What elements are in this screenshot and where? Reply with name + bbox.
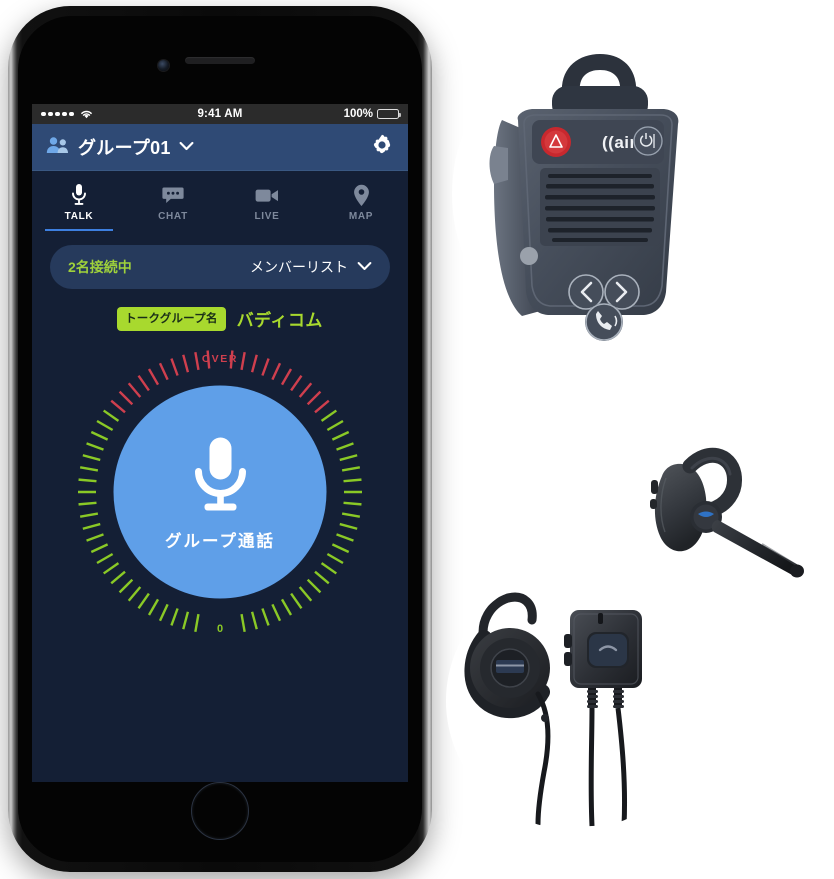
status-bar: 9:41 AM 100% [32, 104, 408, 124]
group-call-talk-button[interactable]: グループ通話 [113, 385, 327, 599]
dial-over-label: OVER [201, 353, 239, 365]
app-header: グループ01 [32, 124, 408, 171]
phone-bezel: 9:41 AM 100% グループ01 TALK CHAT LIVE MAP 2… [18, 16, 422, 862]
product-image-headset [622, 414, 834, 626]
member-list-label: メンバーリスト [250, 259, 348, 275]
tab-label-map: MAP [348, 211, 374, 222]
home-button[interactable] [191, 782, 249, 840]
talk-group-row: トークグループ名 バディコム [32, 306, 408, 331]
chat-bubble-icon [162, 184, 184, 206]
video-camera-icon [255, 184, 279, 206]
dial-zero-label: 0 [216, 623, 224, 635]
gear-icon [370, 133, 394, 162]
main-tab-bar: TALK CHAT LIVE MAP [32, 171, 408, 231]
product-image-earpiece [446, 572, 704, 830]
battery-percentage: 100% [343, 108, 373, 120]
talk-group-name: バディコム [236, 311, 323, 330]
map-pin-icon [353, 184, 370, 206]
tab-label-talk: TALK [64, 211, 94, 222]
tab-live[interactable]: LIVE [220, 171, 314, 231]
group-people-icon [46, 136, 70, 159]
phone-screen: 9:41 AM 100% グループ01 TALK CHAT LIVE MAP 2… [32, 104, 408, 782]
member-list-bar[interactable]: 2名接続中 メンバーリスト [50, 245, 390, 289]
tab-map[interactable]: MAP [314, 171, 408, 231]
ptt-dial: OVER 0 グループ通話 [75, 347, 365, 637]
group-selector-button[interactable]: グループ01 [46, 134, 194, 160]
tab-chat[interactable]: CHAT [126, 171, 220, 231]
connected-members-count: 2名接続中 [68, 259, 132, 275]
member-list-button[interactable]: メンバーリスト [250, 257, 372, 277]
front-camera-icon [158, 60, 169, 71]
talk-group-badge: トークグループ名 [117, 306, 226, 331]
tab-talk[interactable]: TALK [32, 171, 126, 231]
talk-button-label: グループ通話 [164, 532, 275, 551]
tab-label-chat: CHAT [158, 211, 188, 222]
group-title: グループ01 [78, 138, 171, 158]
product-image-radio: ((aina [452, 24, 792, 364]
chevron-down-icon [357, 258, 372, 276]
battery-icon [377, 109, 401, 119]
tab-label-live: LIVE [254, 211, 280, 222]
chevron-down-icon [179, 138, 194, 156]
phone-mockup: 9:41 AM 100% グループ01 TALK CHAT LIVE MAP 2… [8, 6, 432, 872]
microphone-icon [187, 433, 253, 520]
phone-earpiece-speaker [185, 57, 255, 64]
settings-gear-button[interactable] [370, 133, 394, 162]
microphone-icon [70, 184, 88, 206]
